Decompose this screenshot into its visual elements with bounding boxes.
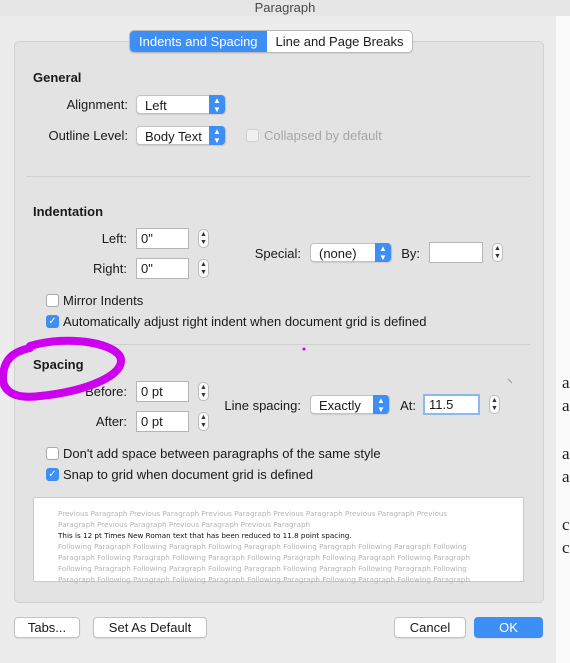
by-label: By: bbox=[401, 246, 420, 261]
spacing-after-field[interactable]: 0 pt bbox=[136, 411, 189, 432]
preview-following-line: Following Paragraph Following Paragraph … bbox=[58, 564, 467, 573]
line-spacing-at-field[interactable]: 11.5 bbox=[423, 394, 480, 415]
background-char: a bbox=[562, 467, 570, 486]
indent-left-field[interactable]: 0" bbox=[136, 228, 189, 249]
dont-add-space-label: Don't add space between paragraphs of th… bbox=[63, 446, 381, 461]
indentation-header: Indentation bbox=[33, 204, 104, 219]
spacing-after-label: After: bbox=[95, 414, 127, 429]
chevron-up-down-icon: ▲ ▼ bbox=[373, 395, 389, 414]
line-spacing-at-stepper[interactable]: ▲ ▼ bbox=[489, 395, 500, 414]
spacing-after-stepper[interactable]: ▲ ▼ bbox=[198, 412, 209, 431]
cancel-button[interactable]: Cancel bbox=[394, 617, 466, 638]
mirror-indents-checkbox[interactable] bbox=[46, 294, 59, 307]
tab-line-and-page-breaks[interactable]: Line and Page Breaks bbox=[267, 31, 413, 52]
alignment-popup[interactable]: Left ▲ ▼ bbox=[136, 95, 226, 114]
at-label: At: bbox=[400, 398, 416, 413]
collapsed-by-default-label: Collapsed by default bbox=[264, 128, 382, 143]
by-stepper[interactable]: ▲ ▼ bbox=[492, 243, 503, 262]
background-char: a bbox=[562, 396, 570, 415]
special-label: Special: bbox=[254, 246, 301, 261]
preview-previous-line: Previous Paragraph Previous Paragraph Pr… bbox=[58, 509, 448, 518]
preview-previous-line: Paragraph Previous Paragraph Previous Pa… bbox=[58, 520, 311, 529]
auto-adjust-checkbox[interactable]: ✓ bbox=[46, 315, 59, 328]
spacing-before-field[interactable]: 0 pt bbox=[136, 381, 189, 402]
auto-adjust-label: Automatically adjust right indent when d… bbox=[63, 314, 427, 329]
preview-following-line: Paragraph Following Paragraph Following … bbox=[58, 553, 471, 562]
alignment-label: Alignment: bbox=[66, 97, 128, 112]
outline-level-popup[interactable]: Body Text ▲ ▼ bbox=[136, 126, 226, 145]
background-char: a bbox=[562, 444, 570, 463]
set-as-default-button[interactable]: Set As Default bbox=[93, 617, 207, 638]
divider bbox=[26, 176, 530, 177]
tab-bar: Indents and Spacing Line and Page Breaks bbox=[129, 30, 414, 53]
special-popup[interactable]: (none) ▲ ▼ bbox=[310, 243, 392, 262]
line-spacing-popup[interactable]: Exactly ▲ ▼ bbox=[310, 395, 390, 414]
by-field[interactable] bbox=[429, 242, 483, 263]
chevron-up-down-icon: ▲ ▼ bbox=[209, 95, 225, 114]
line-spacing-label: Line spacing: bbox=[224, 398, 301, 413]
ok-button[interactable]: OK bbox=[474, 617, 543, 638]
annotation-mark bbox=[302, 347, 306, 351]
indent-left-stepper[interactable]: ▲ ▼ bbox=[198, 229, 209, 248]
collapsed-by-default-checkbox[interactable] bbox=[246, 129, 259, 142]
preview-following-line: Paragraph Following Paragraph Following … bbox=[58, 575, 471, 584]
annotation-mark bbox=[507, 378, 513, 384]
tab-indents-and-spacing[interactable]: Indents and Spacing bbox=[130, 31, 267, 52]
annotation-circle bbox=[0, 336, 125, 401]
outline-level-value: Body Text bbox=[145, 129, 202, 144]
background-char: c bbox=[562, 538, 570, 557]
background-document: a a a a c c bbox=[556, 0, 570, 663]
line-spacing-value: Exactly bbox=[319, 398, 361, 413]
chevron-up-down-icon: ▲ ▼ bbox=[375, 243, 391, 262]
mirror-indents-label: Mirror Indents bbox=[63, 293, 144, 308]
tabs-button[interactable]: Tabs... bbox=[14, 617, 80, 638]
special-value: (none) bbox=[319, 246, 357, 261]
alignment-value: Left bbox=[145, 98, 167, 113]
chevron-up-down-icon: ▲ ▼ bbox=[209, 126, 225, 145]
general-header: General bbox=[33, 70, 82, 85]
snap-to-grid-label: Snap to grid when document grid is defin… bbox=[63, 467, 314, 482]
indent-left-label: Left: bbox=[101, 231, 127, 246]
paragraph-preview: Previous Paragraph Previous Paragraph Pr… bbox=[33, 497, 524, 584]
preview-current-line: This is 12 pt Times New Roman text that … bbox=[58, 531, 352, 540]
snap-to-grid-checkbox[interactable]: ✓ bbox=[46, 468, 59, 481]
indent-right-label: Right: bbox=[93, 261, 127, 276]
spacing-before-stepper[interactable]: ▲ ▼ bbox=[198, 382, 209, 401]
background-char: a bbox=[562, 373, 570, 392]
dont-add-space-checkbox[interactable] bbox=[46, 447, 59, 460]
background-char: c bbox=[562, 515, 570, 534]
indent-right-field[interactable]: 0" bbox=[136, 258, 189, 279]
window-title: Paragraph bbox=[0, 0, 570, 16]
indent-right-stepper[interactable]: ▲ ▼ bbox=[198, 259, 209, 278]
outline-level-label: Outline Level: bbox=[48, 128, 129, 143]
preview-following-line: Following Paragraph Following Paragraph … bbox=[58, 542, 467, 551]
